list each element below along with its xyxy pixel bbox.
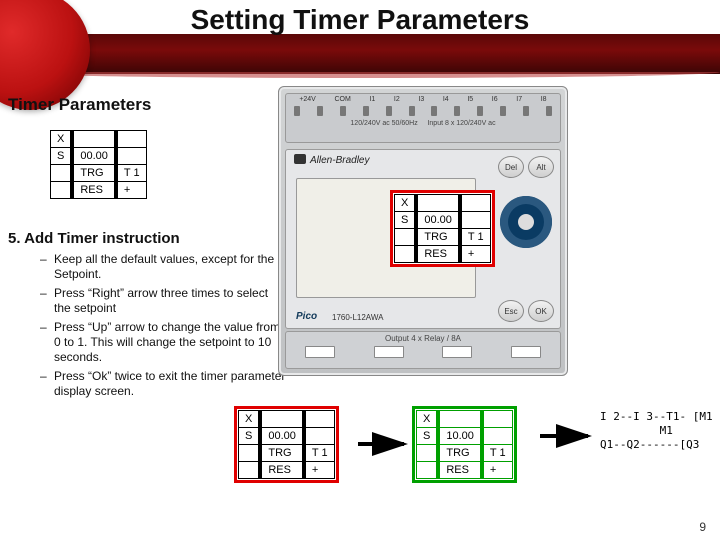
section-heading: Timer Parameters: [8, 95, 151, 115]
cell-setpoint: 00.00: [74, 148, 115, 165]
device-bottom-terminal: Output 4 x Relay / 8A: [285, 331, 561, 369]
brand-label: Allen-Bradley: [294, 154, 369, 166]
bullet: Press “Right” arrow three times to selec…: [44, 286, 286, 316]
page-title: Setting Timer Parameters: [0, 4, 720, 36]
cell-x: X: [51, 131, 71, 148]
device-top-terminal: +24V COM I1 I2 I3 I4 I5 I6 I7 I8 120/240…: [285, 93, 561, 143]
ok-button[interactable]: OK: [528, 300, 554, 322]
ladder-logic-snippet: I 2--I 3--T1- [M1 M1 Q1--Q2------[Q3: [600, 410, 712, 452]
bullet: Press “Ok” twice to exit the timer param…: [44, 369, 286, 399]
param-box-initial: X S00.00 TRGT 1 RES+: [48, 128, 149, 201]
arrow-right-icon: [358, 432, 412, 461]
page-number: 9: [699, 520, 706, 534]
arrow-right-icon: [540, 424, 596, 453]
instruction-list: Keep all the default values, except for …: [44, 252, 286, 403]
model-number: 1760-L12AWA: [332, 313, 383, 322]
dpad[interactable]: [500, 196, 552, 248]
param-box-on-device: X S00.00 TRGT 1 RES+: [392, 192, 493, 265]
cell-res: RES: [74, 182, 115, 199]
cell-s: S: [51, 148, 71, 165]
cell-plus: +: [117, 182, 146, 199]
esc-button[interactable]: Esc: [498, 300, 524, 322]
step-heading: 5. Add Timer instruction: [8, 230, 180, 247]
alt-button[interactable]: Alt: [528, 156, 554, 178]
param-box-after: X S10.00 TRGT 1 RES+: [414, 408, 515, 481]
bullet: Press “Up” arrow to change the value fro…: [44, 320, 286, 365]
cell-setpoint-result: 10.00: [440, 428, 481, 445]
param-box-before: X S00.00 TRGT 1 RES+: [236, 408, 337, 481]
product-name: Pico: [296, 311, 317, 322]
bullet: Keep all the default values, except for …: [44, 252, 286, 282]
del-button[interactable]: Del: [498, 156, 524, 178]
cell-trg: TRG: [74, 165, 115, 182]
cell-timer: T 1: [117, 165, 146, 182]
